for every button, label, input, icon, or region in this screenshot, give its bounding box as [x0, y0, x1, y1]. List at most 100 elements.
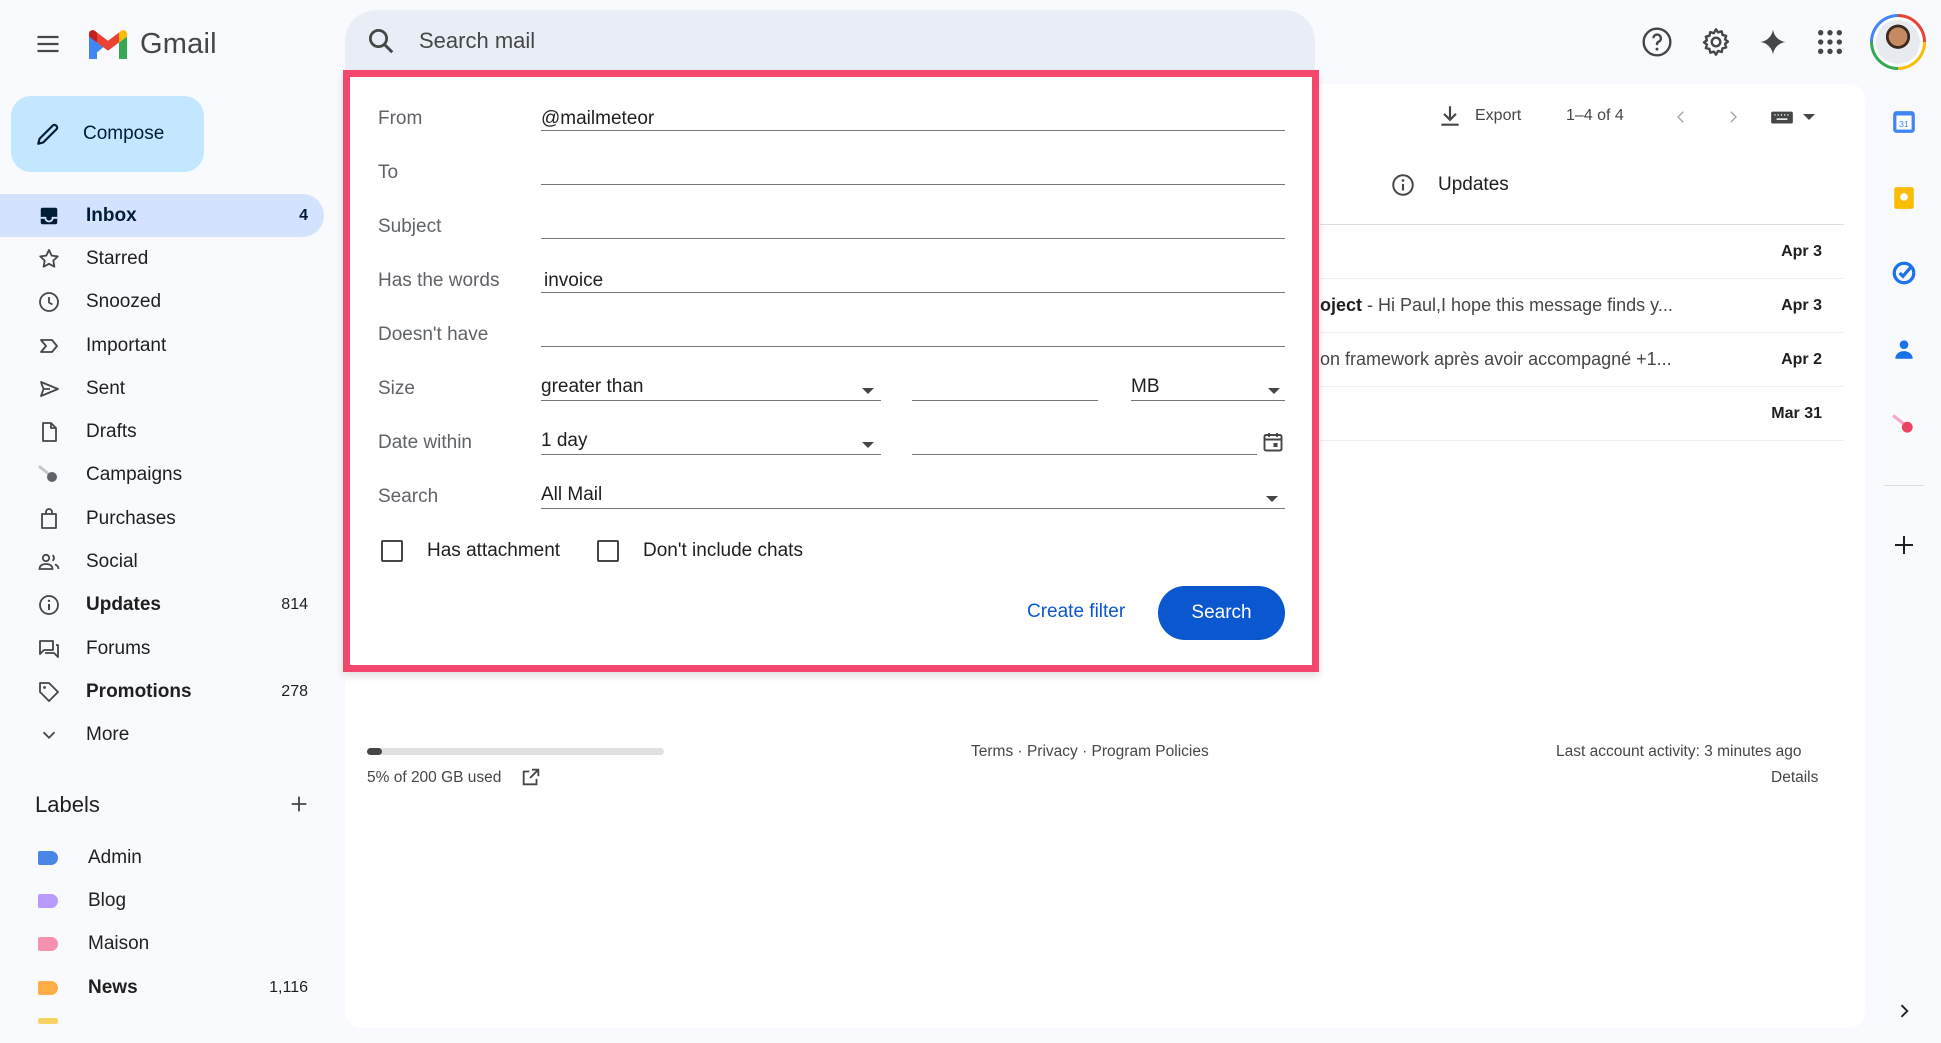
- email-row[interactable]: on framework après avoir accompagné +1..…: [1320, 333, 1844, 387]
- mailmeteor-app-button[interactable]: [1888, 409, 1920, 441]
- storage-meter-fill: [367, 748, 382, 755]
- export-button[interactable]: Export: [1437, 103, 1521, 129]
- size-unit-select[interactable]: MB: [1131, 376, 1285, 402]
- storage-meter: [367, 748, 664, 755]
- compose-button[interactable]: Compose: [11, 96, 204, 172]
- subject-label: Subject: [378, 216, 442, 237]
- dropdown-caret-icon: [1803, 114, 1815, 120]
- to-label: To: [378, 162, 399, 183]
- no-chats-checkbox[interactable]: [597, 540, 619, 562]
- label-item-partial[interactable]: [38, 1018, 58, 1024]
- manage-storage-link[interactable]: [520, 766, 544, 790]
- sidebar-item-campaigns[interactable]: Campaigns: [0, 454, 324, 497]
- to-field[interactable]: [541, 162, 1285, 184]
- calendar-app-button[interactable]: 31: [1888, 106, 1920, 138]
- gmail-logo[interactable]: Gmail: [86, 22, 217, 66]
- dropdown-caret-icon: [862, 442, 874, 448]
- older-button[interactable]: [1719, 103, 1747, 131]
- label-item-blog[interactable]: Blog: [0, 879, 324, 922]
- subject-field[interactable]: [541, 216, 1285, 238]
- size-unit-underline: [1131, 400, 1285, 401]
- show-side-panel-button[interactable]: [1888, 995, 1920, 1027]
- account-activity: Last account activity: 3 minutes ago: [1556, 743, 1802, 760]
- search-button[interactable]: Search: [1158, 586, 1285, 640]
- newer-button[interactable]: [1667, 103, 1695, 131]
- label-item-admin[interactable]: Admin: [0, 836, 324, 879]
- help-button[interactable]: [1636, 21, 1678, 63]
- help-icon: [1642, 27, 1672, 57]
- email-date: Apr 3: [1781, 296, 1822, 314]
- size-value-field[interactable]: [912, 378, 1098, 400]
- sidebar-item-social[interactable]: Social: [0, 540, 324, 583]
- star-icon: [36, 246, 62, 272]
- label-item-maison[interactable]: Maison: [0, 923, 324, 966]
- to-field-underline: [541, 184, 1285, 185]
- size-operator-select[interactable]: greater than: [541, 376, 881, 402]
- doesnt-have-field[interactable]: [541, 324, 1285, 346]
- plus-icon: [1895, 536, 1913, 554]
- forum-icon: [36, 636, 62, 662]
- tasks-icon: [1892, 261, 1916, 285]
- has-words-field[interactable]: invoice: [544, 270, 603, 292]
- main-menu-button[interactable]: [24, 20, 72, 68]
- sidebar-item-more[interactable]: More: [0, 714, 324, 757]
- tasks-app-button[interactable]: [1888, 257, 1920, 289]
- export-label: Export: [1475, 107, 1522, 124]
- unread-count: 814: [281, 596, 308, 614]
- search-icon[interactable]: [366, 26, 396, 56]
- sidebar-item-starred[interactable]: Starred: [0, 237, 324, 280]
- search-scope-select[interactable]: All Mail: [541, 484, 1285, 510]
- has-attachment-checkbox[interactable]: [381, 540, 403, 562]
- settings-button[interactable]: [1695, 21, 1737, 63]
- sidebar-item-drafts[interactable]: Drafts: [0, 410, 324, 453]
- compose-label: Compose: [83, 123, 165, 144]
- create-filter-label: Create filter: [1027, 601, 1126, 622]
- account-avatar[interactable]: [1870, 14, 1926, 70]
- sidebar-item-snoozed[interactable]: Snoozed: [0, 281, 324, 324]
- email-row[interactable]: Mar 31: [1320, 387, 1844, 441]
- details-link[interactable]: Details: [1771, 769, 1818, 787]
- apps-button[interactable]: [1809, 21, 1851, 63]
- date-within-value: 1 day: [541, 430, 588, 451]
- contacts-app-button[interactable]: [1888, 333, 1920, 365]
- email-snippet: - Hi Paul,I hope this message finds y...: [1362, 295, 1673, 315]
- chevron-left-icon: [1676, 111, 1684, 123]
- sidebar-item-updates[interactable]: Updates 814: [0, 584, 324, 627]
- date-field[interactable]: [912, 432, 1257, 454]
- sidebar-item-important[interactable]: Important: [0, 324, 324, 367]
- sidebar-item-purchases[interactable]: Purchases: [0, 497, 324, 540]
- avatar-ring: [1873, 17, 1923, 67]
- email-row[interactable]: Apr 3: [1320, 225, 1844, 279]
- create-label-button[interactable]: [284, 789, 314, 819]
- email-subject: oject: [1320, 295, 1363, 315]
- footer-links[interactable]: Terms · Privacy · Program Policies: [971, 743, 1209, 761]
- keep-app-button[interactable]: [1888, 182, 1920, 214]
- date-field-underline: [912, 454, 1257, 455]
- input-tools-button[interactable]: [1769, 104, 1815, 130]
- storage-text: 5% of 200 GB used: [367, 769, 502, 786]
- from-field[interactable]: @mailmeteor: [541, 108, 654, 130]
- date-picker-button[interactable]: [1259, 428, 1287, 456]
- search-input[interactable]: Search mail: [419, 28, 535, 54]
- get-addons-button[interactable]: [1888, 529, 1920, 561]
- date-within-underline: [541, 454, 881, 455]
- apps-grid-icon: [1817, 29, 1843, 55]
- sidebar-item-sent[interactable]: Sent: [0, 367, 324, 410]
- sidebar-nav: Inbox 4 Starred Snoozed Important Sent D…: [0, 194, 324, 757]
- search-scope-underline: [541, 508, 1285, 509]
- email-date: Mar 31: [1771, 404, 1822, 422]
- create-filter-button[interactable]: Create filter: [1011, 586, 1141, 638]
- sidebar-item-inbox[interactable]: Inbox 4: [0, 194, 324, 238]
- date-within-select[interactable]: 1 day: [541, 430, 881, 456]
- gemini-button[interactable]: [1752, 21, 1794, 63]
- inbox-icon: [36, 203, 62, 229]
- sidebar-item-forums[interactable]: Forums: [0, 627, 324, 670]
- email-row[interactable]: oject - Hi Paul,I hope this message find…: [1320, 279, 1844, 333]
- draft-icon: [36, 419, 62, 445]
- calendar-icon: [1263, 433, 1283, 452]
- sparkle-icon: [1760, 29, 1786, 55]
- tab-updates[interactable]: Updates: [1390, 172, 1509, 198]
- sidebar-item-promotions[interactable]: Promotions 278: [0, 670, 324, 713]
- keyboard-icon: [1771, 111, 1793, 124]
- label-item-news[interactable]: News 1,116: [0, 966, 324, 1009]
